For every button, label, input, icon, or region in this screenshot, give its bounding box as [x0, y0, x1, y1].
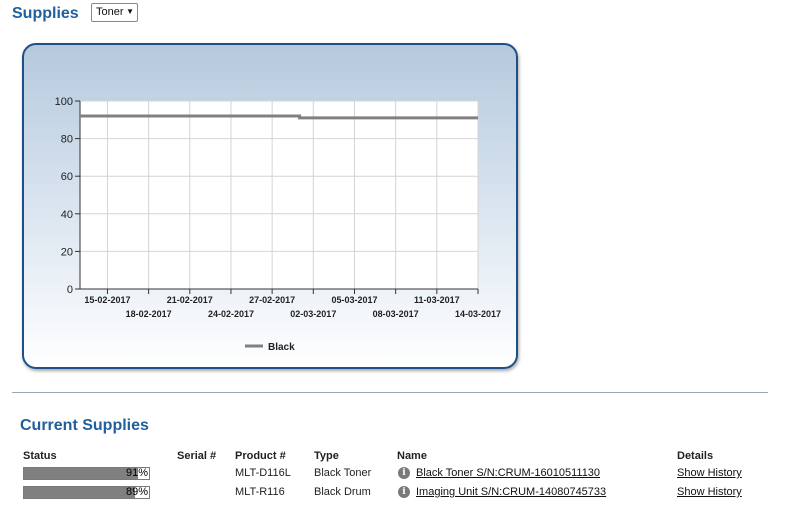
product-cell: MLT-D116L — [235, 467, 291, 479]
type-cell: Black Drum — [314, 486, 371, 498]
supply-name-link[interactable]: Imaging Unit S/N:CRUM-14080745733 — [416, 486, 606, 498]
type-cell: Black Toner — [314, 467, 372, 479]
supply-type-select-value: Toner — [96, 6, 124, 18]
y-tick-label: 100 — [55, 96, 73, 108]
status-bar: 91% — [23, 467, 150, 480]
info-icon[interactable]: i — [398, 467, 410, 479]
status-percent: 91% — [125, 467, 148, 479]
x-tick-label: 02-03-2017 — [290, 309, 336, 319]
column-header-details: Details — [677, 450, 714, 462]
x-tick-label: 08-03-2017 — [373, 309, 419, 319]
column-header-type: Type — [314, 450, 339, 462]
column-header-status: Status — [23, 450, 57, 462]
y-tick-label: 0 — [67, 284, 73, 296]
x-tick-label: 27-02-2017 — [249, 295, 295, 305]
y-tick-label: 40 — [61, 209, 73, 221]
chevron-down-icon: ▼ — [126, 7, 134, 16]
column-header-product: Product # — [235, 450, 286, 462]
column-header-serial: Serial # — [177, 450, 217, 462]
x-tick-label: 14-03-2017 — [455, 309, 501, 319]
show-history-link[interactable]: Show History — [677, 467, 742, 479]
status-bar-fill — [24, 468, 138, 479]
info-icon[interactable]: i — [398, 486, 410, 498]
section-divider — [12, 392, 768, 393]
y-tick-label: 80 — [61, 134, 73, 146]
page-title: Supplies — [12, 5, 79, 22]
supply-name-link[interactable]: Black Toner S/N:CRUM-16010511130 — [416, 467, 600, 479]
supply-type-select[interactable]: Toner ▼ — [91, 3, 138, 22]
x-tick-label: 18-02-2017 — [126, 309, 172, 319]
plot-area — [79, 100, 479, 290]
status-bar-fill — [24, 487, 136, 498]
show-history-link[interactable]: Show History — [677, 486, 742, 498]
x-tick-label: 24-02-2017 — [208, 309, 254, 319]
legend-label: Black — [268, 342, 295, 353]
column-header-name: Name — [397, 450, 427, 462]
y-tick-label: 60 — [61, 171, 73, 183]
x-tick-label: 05-03-2017 — [331, 295, 377, 305]
x-tick-label: 21-02-2017 — [167, 295, 213, 305]
supplies-history-chart: 0 20 40 60 80 100 15-02-2017 18-02-2017 21-02-20… — [22, 43, 518, 369]
chart-svg: 0 20 40 60 80 100 15-02-2017 18-02-2017 21-02-20… — [55, 96, 501, 353]
x-tick-label: 15-02-2017 — [84, 295, 130, 305]
y-tick-label: 20 — [61, 246, 73, 258]
x-tick-label: 11-03-2017 — [414, 295, 460, 305]
current-supplies-title: Current Supplies — [20, 417, 149, 434]
status-percent: 89% — [125, 486, 148, 498]
product-cell: MLT-R116 — [235, 486, 285, 498]
status-bar: 89% — [23, 486, 150, 499]
